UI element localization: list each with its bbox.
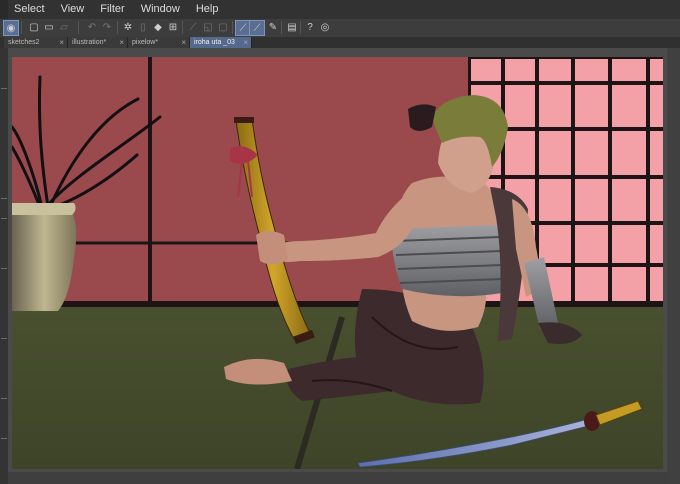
app-icon-fragment — [0, 0, 8, 19]
close-icon[interactable]: × — [243, 37, 248, 48]
toolbar-separator — [232, 21, 233, 34]
close-icon[interactable]: × — [181, 37, 186, 48]
command-bar: ◉ ▢ ▭ ▱ ↶ ↷ ✲ ▯ ◆ ⊞ ⟋ ◱ ▢ ⟋ ⟋ ✎ ▤ ? ◎ — [0, 19, 680, 38]
redo-icon[interactable]: ↷ — [100, 20, 114, 34]
correction-icon[interactable]: ⟋ — [249, 20, 265, 36]
dock-handle — [1, 398, 7, 399]
toolbar-separator — [281, 21, 282, 34]
spinner-icon[interactable]: ✲ — [121, 20, 135, 34]
dock-handle — [1, 268, 7, 269]
toolbar-separator — [300, 21, 301, 34]
tab-iroha-uta[interactable]: iroha uta _03 × — [190, 37, 252, 48]
tab-pixelow[interactable]: pixelow* × — [128, 37, 190, 48]
figure-hand — [256, 231, 288, 265]
close-icon[interactable]: × — [119, 37, 124, 48]
menu-filter[interactable]: Filter — [92, 0, 132, 19]
canvas-area[interactable] — [8, 48, 667, 472]
new-icon[interactable]: ▢ — [27, 20, 41, 34]
close-icon[interactable]: × — [59, 37, 64, 48]
layer-icon[interactable]: ▤ — [285, 20, 299, 34]
artwork-canvas[interactable] — [12, 57, 663, 469]
stroke-icon[interactable]: ✎ — [266, 20, 280, 34]
fill-icon[interactable]: ◆ — [151, 20, 165, 34]
menu-bar: Select View Filter Window Help — [0, 0, 680, 19]
dock-handle — [1, 338, 7, 339]
tab-sketches2[interactable]: sketches2 × — [4, 37, 68, 48]
toolbar-separator — [182, 21, 183, 34]
menu-view[interactable]: View — [53, 0, 93, 19]
lasso-icon[interactable]: ▢ — [216, 20, 230, 34]
menu-select[interactable]: Select — [8, 0, 53, 19]
undo-icon[interactable]: ↶ — [85, 20, 99, 34]
select-rect-icon[interactable]: ◱ — [201, 20, 215, 34]
tab-label: illustration* — [72, 39, 107, 46]
clear-icon[interactable]: ▯ — [136, 20, 150, 34]
tab-label: pixelow* — [132, 39, 159, 46]
plant-pot — [12, 203, 77, 311]
toolbar-separator — [21, 21, 22, 34]
horizontal-scrollbar[interactable] — [8, 472, 667, 484]
menu-window[interactable]: Window — [133, 0, 188, 19]
right-dock-strip[interactable] — [667, 48, 680, 484]
menu-help[interactable]: Help — [188, 0, 227, 19]
tab-label: iroha uta _03 — [194, 39, 235, 46]
app-icon[interactable]: ◉ — [3, 20, 19, 36]
dock-handle — [1, 438, 7, 439]
dock-handle — [1, 88, 7, 89]
dock-handle — [1, 218, 7, 219]
save-icon[interactable]: ▱ — [57, 20, 71, 34]
left-dock-strip[interactable] — [0, 48, 8, 484]
toolbar-separator — [78, 21, 79, 34]
document-tabs: sketches2 × illustration* × pixelow* × i… — [0, 37, 680, 48]
deselect-icon[interactable]: ⟋ — [186, 20, 200, 34]
transform-icon[interactable]: ⊞ — [166, 20, 180, 34]
dock-handle — [1, 198, 7, 199]
toolbar-separator — [117, 21, 118, 34]
tab-label: sketches2 — [8, 39, 40, 46]
tab-illustration[interactable]: illustration* × — [68, 37, 128, 48]
open-icon[interactable]: ▭ — [42, 20, 56, 34]
settings-icon[interactable]: ◎ — [318, 20, 332, 34]
help-icon[interactable]: ? — [303, 20, 317, 34]
